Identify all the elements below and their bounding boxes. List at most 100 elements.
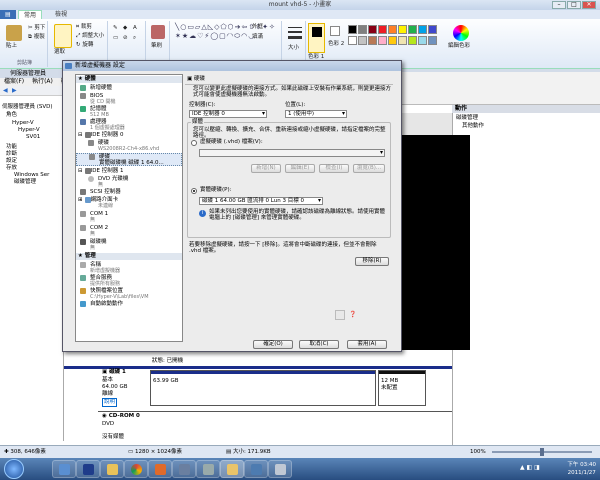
edit-button[interactable]: 編輯(E) — [285, 164, 315, 173]
menu-action[interactable]: 執行(A) — [32, 78, 53, 85]
vhd-radio[interactable] — [191, 140, 197, 146]
tree-item[interactable]: 伺服器管理員 (SVD) — [2, 104, 53, 111]
color2-selector[interactable] — [330, 26, 340, 36]
tree-item[interactable]: Windows Ser — [14, 172, 49, 179]
cancel-button[interactable]: 取消(C) — [299, 340, 339, 349]
outline-button[interactable]: 外框 — [252, 24, 263, 31]
tree-item[interactable]: 功能 — [6, 144, 17, 151]
browse-button[interactable]: 瀏覽(B)... — [353, 164, 385, 173]
action-disk-management[interactable]: 磁碟管理 — [456, 115, 478, 122]
edit-colors-button[interactable]: 編輯色彩 — [448, 43, 470, 50]
taskbar-media-icon[interactable] — [148, 460, 172, 478]
tab-home[interactable]: 常用 — [18, 10, 43, 19]
tree-item[interactable]: 診斷 — [6, 151, 17, 158]
crop-button[interactable]: ⌗ 裁剪 — [76, 24, 92, 31]
tree-item[interactable]: 設定 — [6, 158, 17, 165]
brush-icon[interactable] — [151, 25, 165, 39]
menu-file[interactable]: 檔案(F) — [4, 78, 24, 85]
file-menu-button[interactable]: ▤ — [0, 10, 16, 19]
color-swatch[interactable] — [348, 36, 357, 45]
color-swatch[interactable] — [378, 25, 387, 34]
remove-button[interactable]: 移除(R) — [355, 257, 389, 266]
new-button[interactable]: 新增(N) — [251, 164, 281, 173]
magnifier-icon[interactable]: ⌕ — [133, 35, 136, 42]
taskbar-explorer-icon[interactable] — [100, 460, 124, 478]
color-swatch[interactable] — [398, 25, 407, 34]
color-picker-icon[interactable]: ⊘ — [123, 35, 128, 42]
edit-colors-icon[interactable] — [453, 25, 469, 41]
tree-item[interactable]: 角色 — [6, 112, 17, 119]
maximize-button[interactable]: □ — [567, 1, 581, 9]
resize-button[interactable]: ⤢ 調整大小 — [76, 33, 104, 40]
color-swatch[interactable] — [358, 36, 367, 45]
color-swatch[interactable] — [388, 36, 397, 45]
cut-button[interactable]: ✂ 剪下 — [28, 25, 45, 32]
color1-selector[interactable] — [308, 23, 325, 53]
tree-ide1[interactable]: ⊟ IDE 控制器 1 — [76, 168, 182, 174]
taskbar-powershell-icon[interactable] — [76, 460, 100, 478]
select-button[interactable]: 選取 — [54, 49, 65, 56]
zoom-slider[interactable] — [492, 448, 592, 456]
tree-add-hardware[interactable]: 新增硬體 — [76, 85, 182, 91]
disk1-unallocated[interactable]: 12 MB 未配置 — [378, 370, 426, 406]
tree-item[interactable]: 磁碟管理 — [14, 179, 36, 186]
action-more[interactable]: 其他動作 — [462, 123, 484, 130]
paste-button[interactable]: 貼上 — [6, 43, 17, 50]
color-swatch[interactable] — [428, 25, 437, 34]
rotate-button[interactable]: ↻ 旋轉 — [76, 42, 93, 49]
color-swatch[interactable] — [398, 36, 407, 45]
eraser-icon[interactable]: ▭ — [113, 35, 118, 42]
copy-button[interactable]: ⧉ 複製 — [28, 34, 45, 41]
color-swatch[interactable] — [408, 36, 417, 45]
color-swatch[interactable] — [378, 36, 387, 45]
taskbar-app-icon[interactable] — [196, 460, 220, 478]
size-button[interactable]: 大小 — [288, 45, 299, 52]
disk1-help[interactable]: 說明 — [102, 398, 118, 407]
tree-item[interactable]: SV01 — [26, 134, 40, 141]
taskbar-paint-icon[interactable] — [220, 460, 244, 478]
controller-select[interactable]: IDE 控制器 0 — [189, 110, 267, 118]
tree-scsi[interactable]: SCSI 控制器 — [76, 189, 182, 195]
text-tool-icon[interactable]: A — [133, 25, 137, 32]
paste-icon[interactable] — [6, 25, 22, 41]
color-swatch[interactable] — [388, 25, 397, 34]
physical-disk-select[interactable]: 磁碟 1 64.00 GB 匯流排 0 Lun 3 目標 0 — [199, 197, 323, 205]
back-icon[interactable]: ◀ — [3, 87, 8, 94]
tree-hdd-selected[interactable]: 硬碟 實體磁碟機 磁碟 1 64.0... — [76, 153, 182, 166]
forward-icon[interactable]: ▶ — [12, 87, 17, 94]
color-swatch[interactable] — [358, 25, 367, 34]
vhd-path-input[interactable] — [199, 149, 385, 157]
close-button[interactable]: ✕ — [582, 1, 596, 9]
tab-view[interactable]: 檢視 — [50, 10, 72, 19]
inspect-button[interactable]: 檢查(I) — [319, 164, 349, 173]
color-swatch[interactable] — [408, 25, 417, 34]
taskbar-server-manager-icon[interactable] — [52, 460, 76, 478]
color-swatch[interactable] — [418, 36, 427, 45]
color-swatch[interactable] — [428, 36, 437, 45]
fill-bucket-icon[interactable]: ◆ — [123, 25, 127, 32]
start-button[interactable] — [4, 459, 24, 479]
taskbar-chrome-icon[interactable] — [124, 460, 148, 478]
color-swatch[interactable] — [368, 25, 377, 34]
tree-item[interactable]: Hyper-V — [12, 120, 34, 127]
tree-ide0[interactable]: ⊟ IDE 控制器 0 — [76, 132, 182, 138]
taskbar-window-icon[interactable] — [268, 460, 292, 478]
tree-item[interactable]: Hyper-V — [18, 127, 40, 134]
select-icon[interactable] — [54, 24, 72, 48]
apply-button[interactable]: 套用(A) — [347, 340, 387, 349]
tray-icons[interactable]: ▲ ◧ ◨ — [520, 464, 540, 471]
physical-disk-radio[interactable] — [191, 188, 197, 194]
pencil-icon[interactable]: ✎ — [113, 25, 118, 32]
disk1-volume[interactable]: 63.99 GB — [150, 370, 376, 406]
taskbar-network-icon[interactable] — [244, 460, 268, 478]
color-swatch[interactable] — [418, 25, 427, 34]
tree-item[interactable]: 存放 — [6, 165, 17, 172]
fill-button[interactable]: 填滿 — [252, 34, 263, 41]
color-swatch[interactable] — [368, 36, 377, 45]
color-swatch[interactable] — [348, 25, 357, 34]
shapes-gallery-row2[interactable]: ✶★☁♡⚡◯▢◜◝⬭◠◡ — [175, 33, 255, 40]
help-icon[interactable]: ❓ — [349, 311, 356, 318]
brush-button[interactable]: 筆刷 — [151, 43, 162, 50]
ok-button[interactable]: 確定(O) — [253, 340, 293, 349]
tree-autostart[interactable]: 自動啟動動作 — [76, 301, 182, 307]
